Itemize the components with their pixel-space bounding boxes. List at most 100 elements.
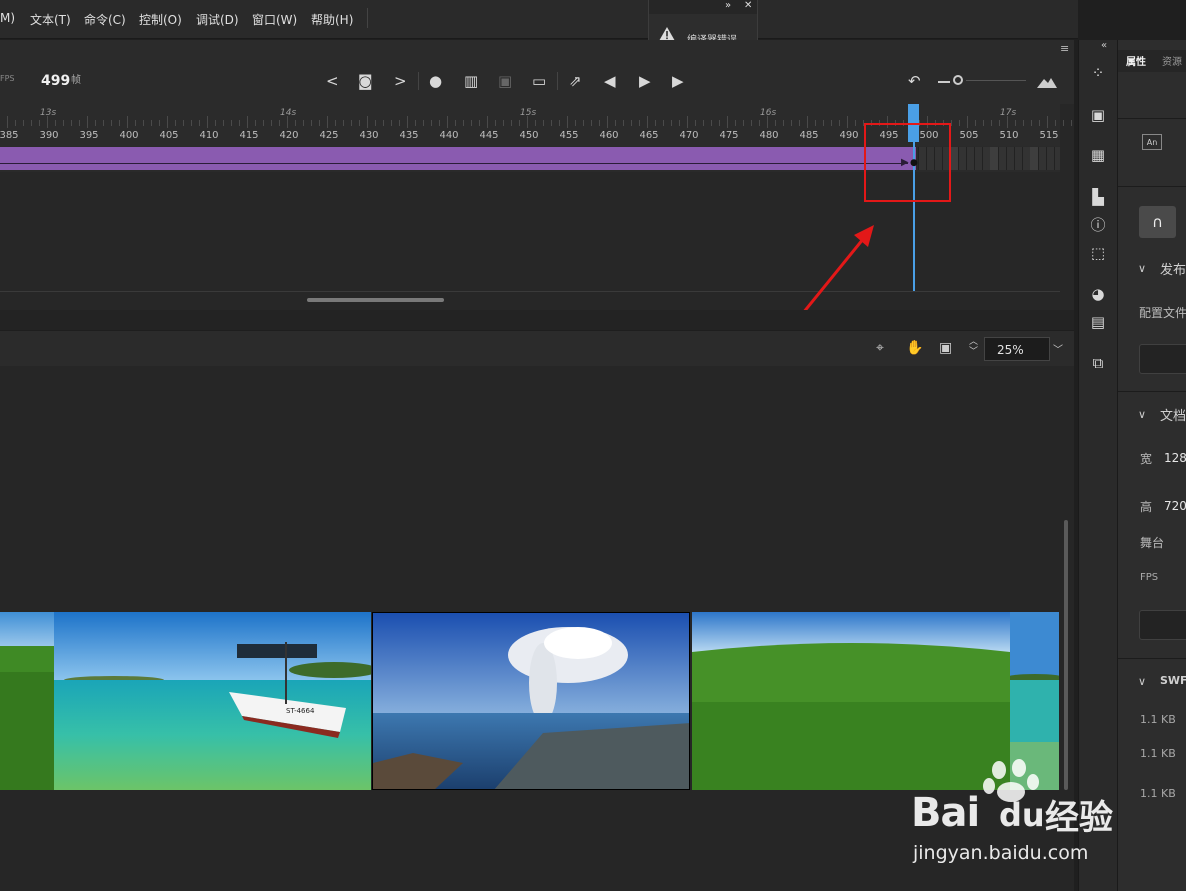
transform-icon[interactable]: ⬚: [1087, 242, 1109, 264]
ruler-tick-mark: [383, 120, 384, 126]
next-keyframe-icon[interactable]: >: [394, 73, 407, 89]
onion-skin-icon[interactable]: ●: [429, 73, 442, 89]
ruler-tick-mark: [271, 120, 272, 126]
ruler-tick-mark: [679, 120, 680, 126]
profile-dropdown[interactable]: [1139, 344, 1186, 374]
onion-outline-icon[interactable]: ▥: [464, 73, 478, 89]
frame-tick-label: 440: [439, 130, 459, 141]
volcano-image[interactable]: [372, 612, 690, 790]
edit-multiple-frames-icon[interactable]: ▣: [498, 73, 512, 89]
ruler-tick-mark: [535, 120, 536, 126]
frame-tick-label: 395: [79, 130, 99, 141]
ruler-tick-mark: [63, 120, 64, 126]
height-value[interactable]: 720: [1164, 499, 1186, 513]
frame-cell[interactable]: [958, 147, 959, 170]
boat-sea-image[interactable]: ST-4664: [54, 612, 371, 790]
frame-tick-label: 505: [959, 130, 979, 141]
frame-cell[interactable]: [974, 147, 975, 170]
zoom-in-mountains-icon[interactable]: [1037, 74, 1057, 88]
frame-cell[interactable]: [1054, 147, 1055, 170]
align-icon[interactable]: ▙: [1087, 186, 1109, 208]
frame-cell[interactable]: [1022, 147, 1023, 170]
frame-cell[interactable]: [982, 147, 983, 170]
ruler-tick-mark: [455, 120, 456, 126]
info-icon[interactable]: ⓘ: [1087, 214, 1109, 236]
zoom-dropdown[interactable]: ﹀: [1050, 337, 1066, 361]
components-icon[interactable]: ▦: [1087, 144, 1109, 166]
document-an-icon: An: [1142, 134, 1162, 150]
library-icon[interactable]: ▣: [1087, 104, 1109, 126]
motion-presets-icon[interactable]: ⁘: [1087, 62, 1109, 84]
ruler-tick-mark: [727, 116, 728, 128]
menu-item-control[interactable]: 控制(O): [139, 11, 182, 28]
assets-icon[interactable]: ⧉: [1087, 352, 1109, 374]
stage-vertical-scrollbar[interactable]: [1064, 520, 1068, 790]
frame-cell[interactable]: [1014, 147, 1015, 170]
frame-cell[interactable]: [1046, 147, 1047, 170]
fps-input[interactable]: [1139, 610, 1186, 640]
zoom-out-icon[interactable]: [938, 81, 950, 83]
frame-cell[interactable]: [998, 147, 999, 170]
an-badge-text: An: [1146, 138, 1158, 147]
tab-properties[interactable]: 属性: [1126, 53, 1146, 68]
chevron-down-icon[interactable]: ∨: [1138, 262, 1146, 275]
play-icon[interactable]: ▶: [639, 73, 651, 89]
frame-cell[interactable]: [950, 147, 958, 170]
undo-zoom-icon[interactable]: ↶: [908, 73, 921, 89]
previous-keyframe-icon[interactable]: <: [326, 73, 339, 89]
zoom-stepper-icon[interactable]: ︿ ﹀: [969, 337, 978, 357]
panel-title-bar[interactable]: » ✕: [649, 0, 757, 14]
ruler-tick-mark: [319, 120, 320, 126]
swf-size-2: 1.1 KB: [1140, 747, 1176, 760]
ruler-tick-mark: [647, 116, 648, 128]
ruler-tick-mark: [695, 120, 696, 126]
clip-stage-icon[interactable]: ▣: [939, 340, 952, 356]
center-stage-icon[interactable]: ⌖: [876, 340, 884, 356]
publish-section-title[interactable]: 发布: [1160, 259, 1186, 278]
menu-item-modify[interactable]: M): [0, 11, 15, 25]
insert-frame-icon[interactable]: ▭: [532, 73, 546, 89]
frame-cell[interactable]: [966, 147, 967, 170]
collapse-panels-icon[interactable]: «: [1101, 40, 1107, 51]
step-back-icon[interactable]: ◀: [604, 73, 616, 89]
panel-menu-icon[interactable]: ≡: [1060, 42, 1069, 55]
swf-section-title[interactable]: SWF: [1160, 674, 1186, 687]
ruler-tick-mark: [623, 120, 624, 126]
ruler-tick-mark: [311, 120, 312, 126]
forest-image-partial-left[interactable]: [0, 612, 54, 790]
menu-item-text[interactable]: 文本(T): [30, 11, 71, 28]
width-value[interactable]: 1280: [1164, 451, 1186, 465]
current-frame-number[interactable]: 499: [41, 73, 70, 89]
menu-item-window[interactable]: 窗口(W): [252, 11, 297, 28]
timeline-horizontal-scrollbar[interactable]: [307, 298, 444, 302]
frame-cell[interactable]: [1006, 147, 1007, 170]
tab-assets[interactable]: 资源: [1162, 53, 1182, 68]
timeline-zoom-slider-track[interactable]: [966, 80, 1026, 81]
classic-tween-span[interactable]: [0, 147, 916, 170]
ruler-tick-mark: [407, 116, 408, 128]
timeline-zoom-slider-handle[interactable]: [953, 75, 963, 85]
menu-item-commands[interactable]: 命令(C): [84, 11, 126, 28]
chevron-down-icon[interactable]: ∨: [1138, 675, 1146, 688]
swatches-icon[interactable]: ▤: [1087, 311, 1109, 333]
step-forward-icon[interactable]: ▶: [672, 73, 684, 89]
frame-cell[interactable]: [990, 147, 998, 170]
menu-item-debug[interactable]: 调试(D): [196, 11, 239, 28]
zoom-input[interactable]: 25%: [984, 337, 1050, 361]
ruler-tick-mark: [175, 120, 176, 126]
magnet-snap-icon[interactable]: ∩: [1139, 206, 1176, 238]
ruler-tick-mark: [959, 120, 960, 126]
color-palette-icon[interactable]: ◕: [1087, 283, 1109, 305]
loop-icon[interactable]: ⇗: [569, 73, 582, 89]
collapse-panel-icon[interactable]: »: [725, 0, 731, 11]
insert-keyframe-icon[interactable]: ◙: [358, 73, 373, 89]
close-icon[interactable]: ✕: [744, 0, 752, 11]
menu-item-help[interactable]: 帮助(H): [311, 11, 353, 28]
ruler-tick-mark: [511, 120, 512, 126]
frame-cell[interactable]: [1038, 147, 1039, 170]
frame-cell[interactable]: [1030, 147, 1038, 170]
menu-bar: M) 文本(T) 命令(C) 控制(O) 调试(D) 窗口(W) 帮助(H): [0, 0, 1078, 39]
document-section-title[interactable]: 文档: [1160, 405, 1186, 424]
hand-tool-icon[interactable]: ✋: [906, 340, 923, 356]
chevron-down-icon[interactable]: ∨: [1138, 408, 1146, 421]
